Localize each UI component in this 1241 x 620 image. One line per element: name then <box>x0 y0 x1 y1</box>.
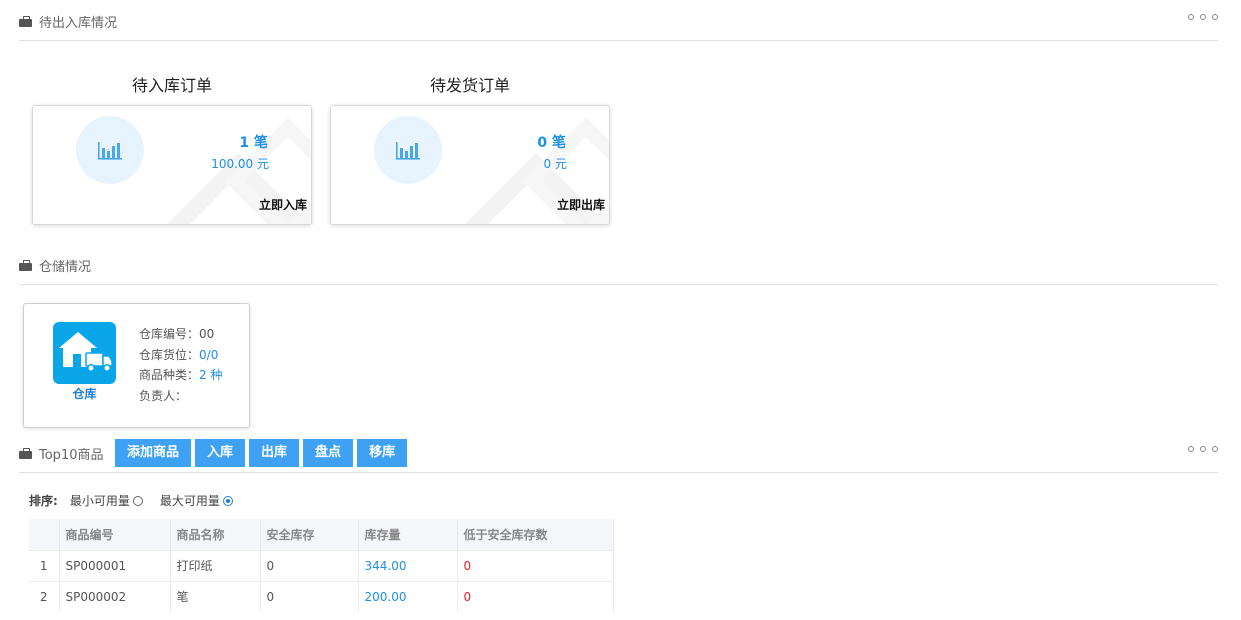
order-block-inbound: 待入库订单 1 笔 100.00 元 立即入库 <box>32 74 312 225</box>
col-code[interactable]: 商品编号 <box>59 519 171 550</box>
row-stock: 200.00 <box>358 580 458 612</box>
divider <box>19 472 1218 473</box>
bar-chart-icon <box>76 116 144 184</box>
stock-out-now-link[interactable]: 立即出库 <box>557 196 605 213</box>
briefcase-icon <box>19 447 32 459</box>
warehouse-truck-icon <box>53 322 116 384</box>
divider <box>19 284 1218 285</box>
warehouse-slot-value: 0/0 <box>199 347 219 362</box>
warehouse-types-label: 商品种类： <box>139 368 200 382</box>
sort-label: 排序: <box>29 494 58 508</box>
warehouse-slot-label: 仓库货位： <box>139 347 200 362</box>
order-count: 1 笔 <box>239 135 268 151</box>
section-title: Top10商品 <box>39 447 104 463</box>
stock-out-button[interactable]: 出库 <box>249 439 300 467</box>
sort-max-radio[interactable] <box>222 495 233 506</box>
warehouse-info: 仓库编号：00 仓库货位：0/0 商品种类：2 种 负责人： <box>139 324 222 406</box>
order-block-outbound: 待发货订单 0 笔 0 元 立即出库 <box>330 74 610 225</box>
row-code: SP000001 <box>59 549 171 581</box>
row-code: SP000002 <box>59 580 171 612</box>
col-stock[interactable]: 库存量 <box>358 519 458 550</box>
stock-in-now-link[interactable]: 立即入库 <box>259 196 307 213</box>
warehouse-label: 仓库 <box>72 387 97 401</box>
row-safe: 0 <box>260 580 359 612</box>
section-header-pending: 待出入库情况 <box>19 11 1218 31</box>
table-header-row: 商品编号 商品名称 安全库存 库存量 低于安全库存数 <box>29 519 614 550</box>
row-index: 2 <box>29 580 60 612</box>
row-stock: 344.00 <box>358 549 458 581</box>
table-row[interactable]: 2 SP000002 笔 0 200.00 0 <box>29 580 614 612</box>
section-title: 仓储情况 <box>39 259 92 275</box>
order-amount: 0 元 <box>543 157 567 171</box>
bar-chart-icon <box>374 116 442 184</box>
add-product-button[interactable]: 添加商品 <box>115 439 192 467</box>
sort-option-max-label: 最大可用量 <box>159 494 220 508</box>
toolbar: 添加商品 入库 出库 盘点 移库 <box>115 439 408 467</box>
warehouse-card[interactable]: 仓库 仓库编号：00 仓库货位：0/0 商品种类：2 种 负责人： <box>23 303 250 428</box>
row-safe: 0 <box>260 549 359 581</box>
row-below: 0 <box>457 580 614 612</box>
divider <box>19 40 1218 41</box>
order-amount: 100.00 元 <box>211 157 269 171</box>
row-below: 0 <box>457 549 614 581</box>
warehouse-owner-label: 负责人： <box>139 388 188 403</box>
row-name: 笔 <box>170 580 261 612</box>
warehouse-types-value: 2 种 <box>199 368 223 382</box>
order-card-outbound: 0 笔 0 元 立即出库 <box>330 105 610 225</box>
col-below[interactable]: 低于安全库存数 <box>457 519 614 550</box>
more-dots-icon[interactable] <box>1188 14 1218 20</box>
col-index <box>29 519 60 550</box>
col-name[interactable]: 商品名称 <box>170 519 261 550</box>
briefcase-icon <box>19 15 32 27</box>
order-title: 待发货订单 <box>429 76 510 95</box>
section-header-storage: 仓储情况 <box>19 255 1218 275</box>
top10-table: 商品编号 商品名称 安全库存 库存量 低于安全库存数 1 SP000001 打印… <box>29 519 614 612</box>
transfer-button[interactable]: 移库 <box>357 439 408 467</box>
col-safe[interactable]: 安全库存 <box>260 519 359 550</box>
sort-row: 排序: 最小可用量 最大可用量 <box>29 492 250 509</box>
briefcase-icon <box>19 259 32 271</box>
section-title: 待出入库情况 <box>39 15 118 31</box>
inventory-check-button[interactable]: 盘点 <box>303 439 354 467</box>
table-row[interactable]: 1 SP000001 打印纸 0 344.00 0 <box>29 549 614 581</box>
row-index: 1 <box>29 549 60 581</box>
order-card-inbound: 1 笔 100.00 元 立即入库 <box>32 105 312 225</box>
row-name: 打印纸 <box>170 549 261 581</box>
warehouse-code-value: 00 <box>199 327 215 341</box>
sort-option-min-label: 最小可用量 <box>69 494 130 508</box>
warehouse-code-label: 仓库编号： <box>139 327 200 341</box>
stock-in-button[interactable]: 入库 <box>195 439 246 467</box>
order-title: 待入库订单 <box>131 76 212 95</box>
order-count: 0 笔 <box>537 135 566 151</box>
sort-min-radio[interactable] <box>132 495 143 506</box>
more-dots-icon[interactable] <box>1188 446 1218 452</box>
